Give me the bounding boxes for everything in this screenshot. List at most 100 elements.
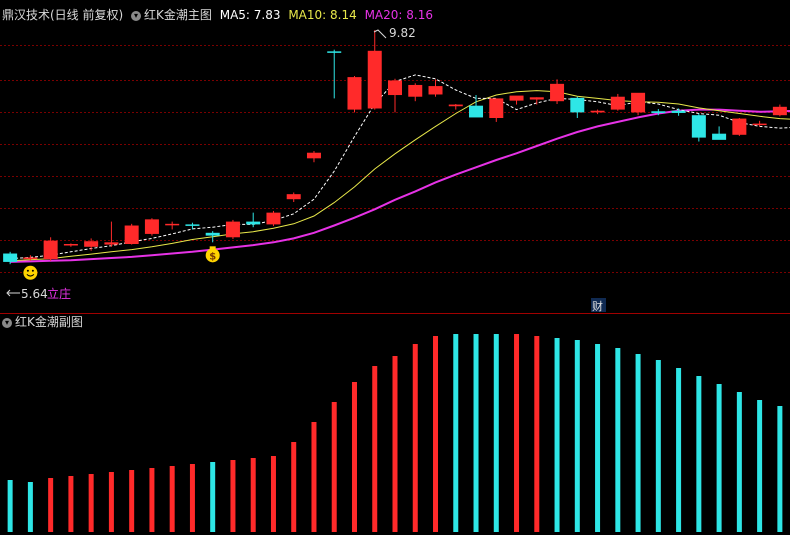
candle-up	[772, 106, 787, 116]
sub-bar	[433, 336, 439, 532]
sub-bar	[230, 460, 236, 532]
signal-label: 立庄	[47, 286, 71, 301]
sub-bar	[331, 402, 337, 532]
candle-up	[165, 223, 180, 226]
candle-down	[570, 97, 585, 113]
sub-indicator-name[interactable]: 红K金潮副图	[15, 315, 83, 329]
candle-up	[388, 80, 402, 96]
candle-up	[489, 98, 504, 118]
candle-down	[671, 110, 686, 113]
candle-up	[590, 110, 605, 113]
candle-up	[104, 242, 119, 245]
sub-bar	[250, 458, 256, 532]
candle-up	[428, 86, 443, 95]
candle-up	[347, 77, 362, 110]
candle-down	[469, 105, 484, 118]
sub-bar	[108, 472, 114, 532]
smiley-icon	[23, 265, 38, 280]
sub-bar	[514, 334, 520, 532]
candle-down	[185, 224, 200, 226]
candle-up	[732, 118, 747, 135]
smiley-eye	[31, 269, 34, 272]
sub-bar	[473, 334, 479, 532]
sub-bar	[129, 470, 135, 532]
sub-bar	[736, 392, 742, 532]
sub-bar	[270, 456, 276, 532]
candle-up	[266, 212, 281, 225]
sub-bar	[372, 366, 378, 532]
sub-bar	[696, 376, 702, 532]
money-bag-symbol: $	[209, 251, 216, 262]
sub-indicator-settings-icon[interactable]: ▾	[2, 318, 12, 328]
candle-down	[651, 111, 666, 113]
sub-bar	[189, 464, 195, 532]
high-price-annotation: 9.82	[373, 26, 416, 40]
high-price-label: 9.82	[389, 26, 416, 40]
sub-bar	[311, 422, 317, 532]
sub-bar	[534, 336, 540, 532]
candle-down	[3, 253, 18, 262]
candle-up	[752, 123, 767, 126]
sub-bar	[169, 466, 175, 532]
candle-up	[306, 152, 321, 159]
candle-down	[246, 221, 261, 225]
sub-bar	[777, 406, 783, 532]
sub-bar	[88, 474, 94, 532]
sub-bar	[595, 344, 601, 532]
candle-up	[610, 96, 625, 110]
smiley-eye	[26, 269, 29, 272]
sub-bar	[210, 462, 216, 532]
sub-bar	[392, 356, 398, 532]
sub-bar	[554, 338, 560, 532]
candle-up	[448, 104, 463, 107]
sub-bar	[7, 480, 13, 532]
sub-bar	[351, 382, 357, 532]
candle-up	[408, 84, 423, 97]
sub-bar	[574, 340, 580, 532]
candle-up	[84, 241, 99, 247]
sub-bar	[291, 442, 297, 532]
sub-bar	[635, 354, 641, 532]
kline-chart[interactable]: $ 9.82 5.64 立庄 财	[0, 0, 790, 535]
ma10-value: MA10: 8.14	[288, 8, 357, 22]
ma5-value: MA5: 7.83	[219, 8, 281, 22]
candle-up	[286, 194, 301, 200]
candle-up	[225, 221, 240, 238]
candle-up	[144, 219, 159, 234]
candle-up	[43, 240, 58, 260]
sub-bar	[493, 334, 499, 532]
candle-down	[691, 115, 706, 138]
sub-bar	[453, 334, 459, 532]
ma20-value: MA20: 8.16	[364, 8, 433, 22]
sub-bar	[615, 348, 621, 532]
sub-bar	[676, 368, 682, 532]
candle-up	[23, 257, 38, 260]
candle-down	[712, 133, 727, 140]
main-panel-header: 鼎汉技术(日线 前复权) ▾ 红K金潮主图 MA5: 7.83 MA10: 8.1…	[2, 7, 433, 23]
sub-bar	[757, 400, 763, 532]
sub-bar	[48, 478, 54, 532]
candle-up	[124, 225, 139, 244]
sub-bar	[27, 482, 33, 532]
stock-name[interactable]: 鼎汉技术(日线 前复权)	[2, 8, 123, 22]
money-bag-neck	[209, 246, 216, 250]
main-indicator-name[interactable]: 红K金潮主图	[144, 8, 212, 22]
sub-bar	[412, 344, 418, 532]
candle-up	[509, 95, 524, 101]
candle-up	[550, 83, 565, 102]
sub-bar	[655, 360, 661, 532]
candle-up	[63, 244, 78, 246]
sub-panel-header: ▾ 红K金潮副图	[2, 314, 83, 330]
candle-up	[631, 92, 646, 113]
sub-bar	[149, 468, 155, 532]
sub-bars	[7, 334, 783, 532]
candle-up	[367, 50, 382, 109]
sub-bar	[68, 476, 74, 532]
candle-up	[529, 97, 544, 100]
candle-down	[327, 51, 342, 53]
low-price-label: 5.64	[21, 287, 48, 301]
main-indicator-settings-icon[interactable]: ▾	[131, 11, 142, 21]
sub-bar	[716, 384, 722, 532]
low-price-annotation: 5.64	[6, 287, 48, 301]
candles	[3, 30, 787, 265]
